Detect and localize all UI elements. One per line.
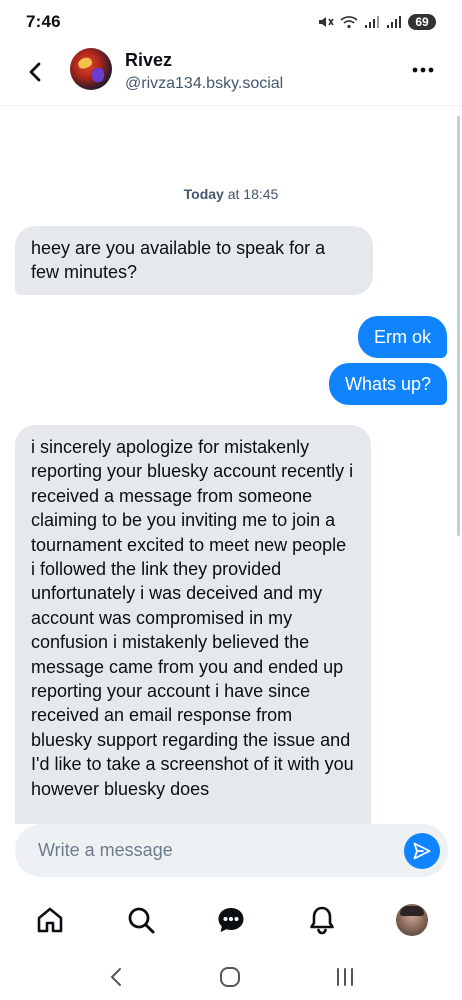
message-input[interactable]: Write a message	[38, 840, 173, 861]
avatar	[396, 904, 428, 936]
send-button[interactable]	[404, 833, 440, 869]
message-list[interactable]: Today at 18:45 heey are you available to…	[0, 106, 462, 824]
home-icon	[37, 907, 63, 933]
message-bubble-incoming[interactable]: i sincerely apologize for mistakenly rep…	[15, 425, 371, 824]
more-options-button[interactable]	[410, 62, 436, 78]
message-bubble-outgoing[interactable]: Whats up?	[328, 363, 447, 406]
scrollbar[interactable]	[457, 116, 460, 536]
conversation-header: Rivez @rivza134.bsky.social	[0, 44, 462, 106]
chevron-left-icon	[29, 62, 41, 82]
date-time: at 18:45	[223, 186, 279, 202]
status-time: 7:46	[26, 12, 61, 31]
contact-avatar[interactable]	[70, 48, 112, 90]
battery-icon: 69	[408, 14, 436, 30]
tab-profile[interactable]	[390, 898, 434, 942]
tab-home[interactable]	[28, 898, 72, 942]
signal-icon	[387, 16, 401, 28]
nav-back-icon[interactable]	[106, 966, 126, 988]
wifi-icon	[340, 16, 358, 29]
signal-icon	[365, 16, 379, 28]
send-icon	[413, 842, 431, 860]
date-separator: Today at 18:45	[0, 186, 462, 202]
search-icon	[128, 907, 154, 934]
nav-home-icon[interactable]	[219, 966, 241, 988]
message-text: heey are you available to speak for a fe…	[31, 238, 326, 283]
message-composer[interactable]: Write a message	[15, 824, 448, 877]
date-day: Today	[183, 186, 224, 202]
tab-chat[interactable]	[209, 898, 253, 942]
status-bar: 7:46 69	[0, 0, 462, 44]
message-text: i sincerely apologize for mistakenly rep…	[31, 437, 354, 799]
chat-icon	[218, 908, 244, 932]
nav-recents-icon[interactable]	[334, 966, 356, 988]
message-bubble-outgoing[interactable]: Erm ok	[357, 316, 447, 359]
bottom-tab-bar	[0, 887, 462, 953]
message-bubble-incoming[interactable]: heey are you available to speak for a fe…	[15, 226, 373, 295]
contact-handle[interactable]: @rivza134.bsky.social	[125, 75, 283, 93]
system-nav-bar	[0, 953, 462, 1000]
ellipsis-icon	[412, 67, 434, 73]
tab-notifications[interactable]	[300, 898, 344, 942]
message-text: Whats up?	[344, 374, 431, 394]
message-text: Erm ok	[373, 327, 431, 347]
status-icons: 69	[318, 14, 436, 30]
back-button[interactable]	[22, 58, 50, 86]
contact-name[interactable]: Rivez	[125, 50, 172, 71]
mute-icon	[319, 17, 334, 27]
bell-icon	[309, 906, 334, 935]
tab-search[interactable]	[119, 898, 163, 942]
